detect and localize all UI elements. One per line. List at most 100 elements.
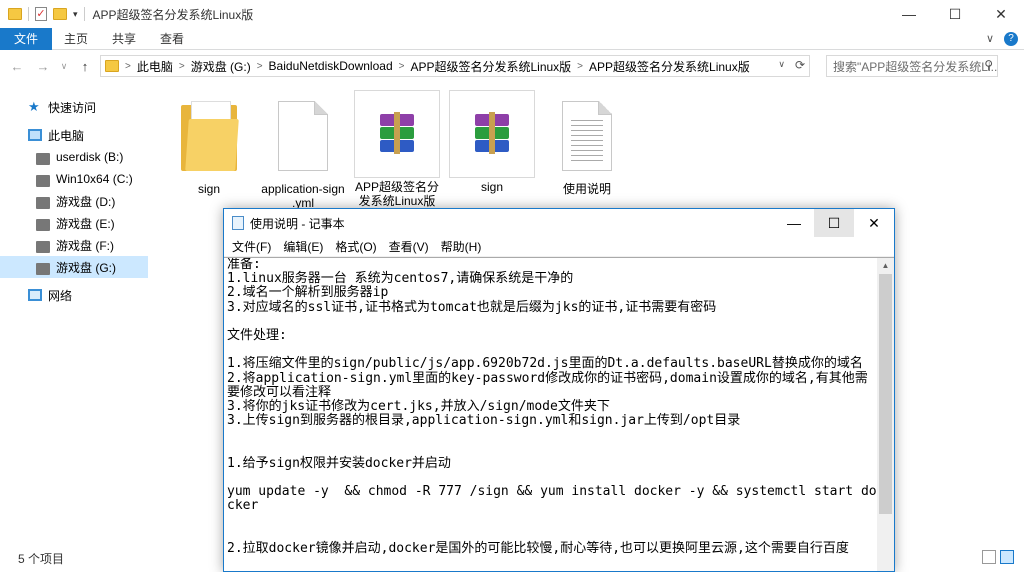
scroll-up-icon[interactable]: ▲ xyxy=(877,258,894,274)
nav-item-label: 网络 xyxy=(48,288,73,303)
tab-view[interactable]: 查看 xyxy=(148,28,196,50)
view-toggle xyxy=(982,550,1014,564)
nav-item-this-pc[interactable]: 此电脑 xyxy=(0,124,148,146)
folder-icon xyxy=(8,8,22,20)
nav-item-drive-e[interactable]: 游戏盘 (E:) xyxy=(0,212,148,234)
minimize-button[interactable]: — xyxy=(886,0,932,28)
text-line xyxy=(227,471,879,485)
breadcrumb-separator[interactable]: > xyxy=(575,61,585,72)
drive-icon xyxy=(36,175,50,187)
nav-item-quick-access[interactable]: ★ 快速访问 xyxy=(0,96,148,118)
menu-format[interactable]: 格式(O) xyxy=(329,238,382,255)
large-icons-view-icon[interactable] xyxy=(1000,550,1014,564)
notepad-editor[interactable]: 准备: 1.linux服务器一台 系统为centos7,请确保系统是干净的 2.域名… xyxy=(224,257,894,571)
notepad-text-area[interactable]: 准备: 1.linux服务器一台 系统为centos7,请确保系统是干净的 2.域名… xyxy=(227,258,879,572)
nav-item-label: Win10x64 (C:) xyxy=(56,172,133,186)
quick-access-toolbar: ✓ ▾ xyxy=(0,7,85,21)
text-line xyxy=(227,528,879,542)
details-view-icon[interactable] xyxy=(982,550,996,564)
address-bar[interactable]: > 此电脑 > 游戏盘 (G:) > BaiduNetdiskDownload … xyxy=(100,55,810,77)
text-line xyxy=(227,315,879,329)
maximize-button[interactable]: ☐ xyxy=(932,0,978,28)
new-folder-icon[interactable] xyxy=(53,8,67,20)
drive-icon xyxy=(36,153,50,165)
nav-item-label: userdisk (B:) xyxy=(56,150,124,164)
notepad-close-button[interactable]: ✕ xyxy=(854,209,894,237)
divider xyxy=(28,7,29,21)
nav-item-network[interactable]: 网络 xyxy=(0,284,148,306)
notepad-maximize-button[interactable]: ☐ xyxy=(814,209,854,237)
breadcrumb-drive-g[interactable]: 游戏盘 (G:) xyxy=(187,58,255,75)
back-button[interactable]: ← xyxy=(6,55,28,77)
breadcrumb-this-pc[interactable]: 此电脑 xyxy=(133,58,177,75)
divider xyxy=(83,7,85,21)
nav-item-drive-c[interactable]: Win10x64 (C:) xyxy=(0,168,148,190)
breadcrumb-separator[interactable]: > xyxy=(255,61,265,72)
drive-icon xyxy=(36,241,50,253)
address-row: ← → ∨ ↑ > 此电脑 > 游戏盘 (G:) > BaiduNetdiskD… xyxy=(0,50,1024,82)
forward-button[interactable]: → xyxy=(32,55,54,77)
tab-file[interactable]: 文件 xyxy=(0,27,53,50)
file-item-readme[interactable]: 使用说明 xyxy=(544,92,630,196)
file-item-app-archive[interactable]: APP超级签名分 发系统Linux版 xyxy=(354,90,440,208)
vertical-scrollbar[interactable]: ▲ xyxy=(877,258,894,571)
folder-icon xyxy=(181,101,239,171)
notepad-minimize-button[interactable]: — xyxy=(774,209,814,237)
computer-icon xyxy=(28,129,42,141)
text-line xyxy=(227,443,879,457)
nav-item-drive-b[interactable]: userdisk (B:) xyxy=(0,146,148,168)
search-placeholder: 搜索"APP超级签名分发系统Li... xyxy=(833,59,998,74)
text-line: yum update -y && chmod -R 777 /sign && y… xyxy=(227,484,877,514)
explorer-titlebar: ✓ ▾ APP超级签名分发系统Linux版 — ☐ ✕ xyxy=(0,0,1024,28)
help-icon[interactable]: ? xyxy=(1004,32,1018,46)
file-item-sign-archive[interactable]: sign xyxy=(449,90,535,194)
search-icon[interactable]: ⚲ xyxy=(984,58,993,72)
refresh-icon[interactable]: ⟳ xyxy=(795,58,805,72)
file-name: sign xyxy=(197,182,220,196)
folder-icon xyxy=(105,60,119,72)
breadcrumb-app-subfolder[interactable]: APP超级签名分发系统Linux版 xyxy=(585,58,754,75)
navigation-pane: ★ 快速访问 此电脑 userdisk (B:) Win10x64 (C:) 游… xyxy=(0,88,148,544)
file-item-application-sign-yml[interactable]: application-sign .yml xyxy=(260,92,346,210)
text-line: 2.将application-sign.yml里面的key-password修改… xyxy=(227,370,868,400)
ribbon-right-controls: ∨ ? xyxy=(986,32,1018,46)
properties-icon[interactable]: ✓ xyxy=(35,7,47,21)
nav-item-label: 游戏盘 (F:) xyxy=(56,238,114,253)
close-button[interactable]: ✕ xyxy=(978,0,1024,28)
breadcrumb-app-folder[interactable]: APP超级签名分发系统Linux版 xyxy=(406,58,575,75)
customize-toolbar-icon[interactable]: ▾ xyxy=(73,9,78,20)
nav-item-drive-g[interactable]: 游戏盘 (G:) xyxy=(0,256,148,278)
menu-file[interactable]: 文件(F) xyxy=(226,238,277,255)
notepad-menubar: 文件(F) 编辑(E) 格式(O) 查看(V) 帮助(H) xyxy=(224,237,894,257)
notepad-window-controls: — ☐ ✕ xyxy=(774,209,894,237)
text-line: 文件处理: xyxy=(227,328,287,343)
breadcrumb-separator[interactable]: > xyxy=(177,61,187,72)
file-item-sign-folder[interactable]: sign xyxy=(166,92,252,196)
menu-view[interactable]: 查看(V) xyxy=(383,238,435,255)
breadcrumb-baidunetdisk[interactable]: BaiduNetdiskDownload xyxy=(265,59,397,73)
file-name: application-sign .yml xyxy=(261,182,345,210)
up-button[interactable]: ↑ xyxy=(74,55,96,77)
text-line: 3.上传sign到服务器的根目录,application-sign.yml和si… xyxy=(227,413,741,429)
text-document-icon xyxy=(562,101,612,171)
menu-help[interactable]: 帮助(H) xyxy=(435,238,488,255)
address-dropdown-icon[interactable]: ∨ xyxy=(778,59,785,70)
window-title: APP超级签名分发系统Linux版 xyxy=(92,7,254,22)
recent-locations-button[interactable]: ∨ xyxy=(58,55,70,77)
nav-item-drive-f[interactable]: 游戏盘 (F:) xyxy=(0,234,148,256)
nav-item-drive-d[interactable]: 游戏盘 (D:) xyxy=(0,190,148,212)
breadcrumb-separator[interactable]: > xyxy=(123,61,133,72)
tab-home[interactable]: 主页 xyxy=(52,28,100,50)
menu-edit[interactable]: 编辑(E) xyxy=(277,238,329,255)
scroll-thumb[interactable] xyxy=(879,274,892,514)
text-line: 2.拉取docker镜像并启动,docker是国外的可能比较慢,耐心等待,也可以… xyxy=(227,540,849,556)
item-count: 5 个项目 xyxy=(18,551,65,566)
breadcrumb-separator[interactable]: > xyxy=(397,61,407,72)
notepad-titlebar: 使用说明 - 记事本 — ☐ ✕ xyxy=(224,209,894,237)
text-line: 1.给予sign权限并安装docker并启动 xyxy=(227,455,451,471)
star-icon: ★ xyxy=(28,99,40,114)
search-input[interactable]: 搜索"APP超级签名分发系统Li... ⚲ xyxy=(826,55,998,77)
expand-ribbon-icon[interactable]: ∨ xyxy=(986,32,994,46)
nav-item-label: 游戏盘 (G:) xyxy=(56,260,116,275)
tab-share[interactable]: 共享 xyxy=(100,28,148,50)
